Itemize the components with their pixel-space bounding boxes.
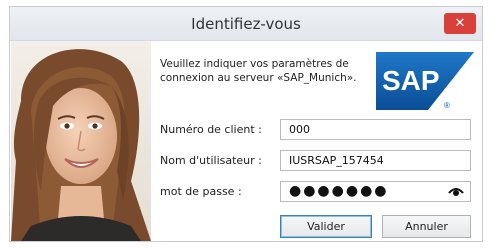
info-text: Veuillez indiquer vos paramètres de conn…	[160, 57, 360, 85]
username-label: Nom d'utilisateur :	[160, 154, 262, 167]
password-mask: ●●●●●●●	[289, 183, 389, 199]
user-photo	[11, 41, 151, 241]
close-icon: ✕	[454, 16, 466, 31]
validate-button[interactable]: Valider	[280, 215, 372, 238]
info-line-1: Veuillez indiquer vos paramètres de	[160, 58, 349, 70]
client-field[interactable]: 000	[280, 119, 471, 140]
title-bar: Identifiez-vous ✕	[10, 7, 482, 41]
login-dialog: Identifiez-vous ✕ Veuillez indiquer vos …	[9, 6, 483, 242]
client-label: Numéro de client :	[160, 123, 262, 136]
username-field[interactable]: IUSRSAP_157454	[280, 150, 471, 171]
sap-logo: SAP ®	[376, 52, 474, 110]
sap-logo-text: SAP	[382, 65, 440, 96]
window-title: Identifiez-vous	[191, 15, 301, 33]
password-label: mot de passe :	[160, 185, 242, 198]
close-button[interactable]: ✕	[444, 13, 476, 34]
eye-icon[interactable]	[448, 186, 464, 197]
info-line-2: connexion au serveur «SAP_Munich».	[160, 72, 357, 84]
password-field[interactable]: ●●●●●●●	[280, 181, 471, 202]
registered-mark: ®	[444, 101, 450, 110]
cancel-button[interactable]: Annuler	[382, 215, 471, 238]
